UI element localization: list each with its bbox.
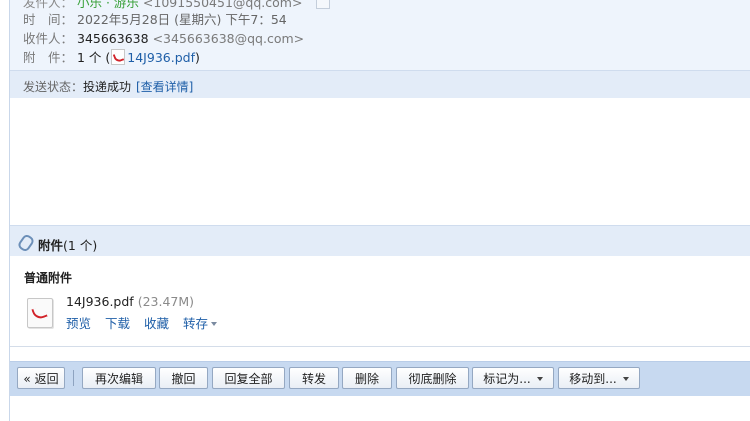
recipient-email: <345663638@qq.com> (152, 31, 305, 46)
mail-view: 发件人： 小乐 · 游乐 <1091550451@qq.com> 时 间： 20… (9, 0, 750, 421)
normal-attachments-label: 普通附件 (24, 271, 73, 285)
recipient-name[interactable]: 345663638 (77, 31, 149, 46)
pdf-file-icon[interactable] (27, 298, 53, 328)
toolbar-separator (73, 370, 74, 386)
back-button[interactable]: « 返回 (17, 367, 65, 389)
forward-button[interactable]: 转发 (289, 367, 339, 389)
attachment-file: 14J936.pdf (23.47M) (66, 294, 194, 309)
attachment-file-name[interactable]: 14J936.pdf (66, 294, 134, 309)
time-value: 2022年5月28日 (星期六) 下午7：54 (77, 12, 287, 27)
mark-as-dropdown[interactable]: 标记为... (472, 367, 554, 389)
caret-down-icon (211, 322, 218, 326)
delete-button[interactable]: 删除 (342, 367, 392, 389)
dropdown-arrow-icon (536, 377, 543, 381)
attachments-header: 附件(1 个) (10, 225, 750, 257)
mail-body (10, 98, 750, 225)
attachment-file-size: (23.47M) (137, 294, 195, 309)
send-status-value: 投递成功 (83, 80, 132, 94)
attachment-actions: 预览 下载 收藏 转存 (66, 313, 227, 332)
send-status-bar: 发送状态： 投递成功 [查看详情] (10, 70, 750, 100)
recipient-line: 收件人： 345663638 <345663638@qq.com> (23, 31, 305, 46)
preview-link[interactable]: 预览 (66, 316, 91, 331)
view-details-link[interactable]: [查看详情] (136, 78, 193, 95)
reply-all-button[interactable]: 回复全部 (212, 367, 285, 389)
pdf-icon (111, 49, 126, 65)
delete-permanently-button[interactable]: 彻底删除 (396, 367, 469, 389)
page-footer (10, 396, 750, 421)
attachments-panel: 普通附件 14J936.pdf (23.47M) 预览 下载 收藏 转存 (10, 256, 750, 347)
dropdown-arrow-icon (622, 377, 629, 381)
attachment-line: 附 件： 1 个 (14J936.pdf) (23, 49, 200, 65)
collect-link[interactable]: 收藏 (144, 316, 169, 331)
move-to-dropdown[interactable]: 移动到... (558, 367, 640, 389)
contact-card-icon[interactable] (316, 0, 331, 9)
attachments-title: 附件 (38, 238, 64, 253)
recall-button[interactable]: 撤回 (159, 367, 208, 389)
mail-toolbar: « 返回 再次编辑 撤回 回复全部 转发 删除 彻底删除 标记为... 移动到.… (10, 361, 750, 397)
paperclip-icon (16, 233, 36, 253)
reedit-button[interactable]: 再次编辑 (82, 367, 156, 389)
mail-header: 发件人： 小乐 · 游乐 <1091550451@qq.com> 时 间： 20… (10, 0, 750, 70)
download-link[interactable]: 下载 (105, 316, 130, 331)
header-attachment-link[interactable]: 14J936.pdf (127, 50, 195, 65)
time-line: 时 间： 2022年5月28日 (星期六) 下午7：54 (23, 12, 287, 27)
save-to-link[interactable]: 转存 (183, 316, 218, 331)
attachments-count: (1 个) (63, 238, 98, 253)
